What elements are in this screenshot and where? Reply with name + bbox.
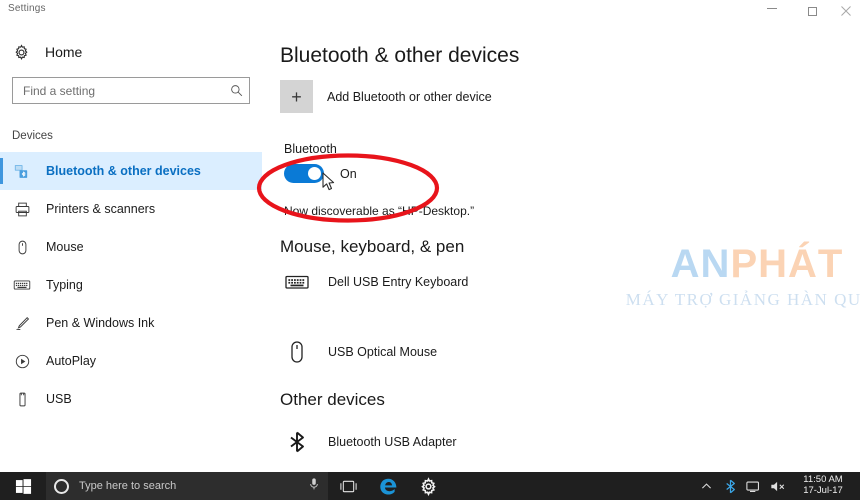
sidebar-item-bluetooth-other-devices[interactable]: Bluetooth & other devices [0, 152, 262, 190]
window-body: Home Devices [0, 22, 860, 472]
show-hidden-icons-button[interactable] [694, 472, 718, 500]
start-button[interactable] [0, 472, 46, 500]
autoplay-icon [12, 351, 32, 371]
sidebar-item-usb[interactable]: USB [0, 380, 262, 418]
sidebar-item-label: Mouse [46, 240, 84, 254]
search-input[interactable] [13, 83, 223, 98]
bluetooth-devices-icon [12, 161, 32, 181]
add-device-label: Add Bluetooth or other device [327, 89, 492, 104]
sidebar-item-typing[interactable]: Typing [0, 266, 262, 304]
sidebar-item-autoplay[interactable]: AutoPlay [0, 342, 262, 380]
clock-date: 17-Jul-17 [803, 485, 843, 496]
device-name: Bluetooth USB Adapter [328, 435, 457, 449]
search-icon [223, 84, 249, 97]
window-controls [752, 0, 860, 22]
chevron-up-icon [701, 482, 711, 489]
watermark-title: ANPHÁT [592, 244, 860, 284]
device-row-keyboard[interactable]: Dell USB Entry Keyboard [282, 267, 468, 297]
gear-icon [15, 43, 28, 60]
tray-bluetooth-button[interactable] [718, 472, 742, 500]
device-name: Dell USB Entry Keyboard [328, 275, 469, 289]
close-icon [841, 6, 851, 16]
watermark: ANPHÁT MÁY TRỢ GIẢNG HÀN QUỐC [592, 244, 860, 310]
sidebar-section-label: Devices [12, 130, 53, 142]
network-icon [746, 481, 759, 492]
maximize-button[interactable] [792, 0, 832, 22]
volume-muted-icon [771, 481, 785, 491]
device-row-mouse[interactable]: USB Optical Mouse [282, 337, 437, 367]
device-name: USB Optical Mouse [328, 345, 438, 359]
watermark-subtitle: MÁY TRỢ GIẢNG HÀN QUỐC [625, 290, 860, 309]
cortana-circle-icon [54, 478, 69, 494]
edge-button[interactable] [368, 472, 408, 500]
sidebar-item-pen-windows-ink[interactable]: Pen & Windows Ink [0, 304, 262, 342]
clock[interactable]: 11:50 AM 17-Jul-17 [790, 472, 856, 500]
taskbar-search-placeholder: Type here to search [79, 480, 177, 492]
sidebar-item-mouse[interactable]: Mouse [0, 228, 262, 266]
pen-icon [12, 313, 32, 333]
sidebar-item-label: Typing [46, 278, 83, 292]
discoverable-text: Now discoverable as “HP-Desktop.” [284, 204, 475, 218]
mouse-icon [282, 337, 312, 367]
bluetooth-icon [725, 479, 735, 493]
tray-volume-button[interactable] [766, 472, 790, 500]
mouse-icon [12, 237, 32, 257]
bluetooth-icon [282, 427, 312, 457]
toggle-knob [308, 167, 321, 180]
windows-logo-icon [15, 478, 31, 494]
section-heading-other-devices: Other devices [280, 390, 385, 409]
title-bar: Settings [0, 0, 860, 22]
mouse-cursor-icon [322, 172, 335, 191]
sidebar-item-label: AutoPlay [46, 354, 97, 368]
search-box[interactable] [12, 77, 250, 104]
keyboard-icon [12, 275, 32, 295]
microphone-icon[interactable] [308, 477, 320, 496]
page-title: Bluetooth & other devices [280, 44, 520, 67]
window-title: Settings [8, 3, 46, 14]
device-row-bluetooth-adapter[interactable]: Bluetooth USB Adapter [282, 427, 457, 457]
sidebar-item-label: Printers & scanners [46, 202, 156, 216]
usb-icon [12, 389, 32, 409]
watermark-title-primary: AN [670, 242, 731, 286]
printer-icon [12, 199, 32, 219]
tray-network-button[interactable] [742, 472, 766, 500]
system-tray: 11:50 AM 17-Jul-17 [694, 472, 860, 500]
task-view-icon [339, 480, 357, 492]
watermark-title-secondary: PHÁT [730, 242, 844, 286]
sidebar-home-label: Home [45, 44, 83, 60]
section-heading-mouse-keyboard-pen: Mouse, keyboard, & pen [280, 237, 465, 256]
main-content: ANPHÁT MÁY TRỢ GIẢNG HÀN QUỐC Bluetooth … [262, 22, 860, 472]
keyboard-icon [282, 267, 312, 297]
taskbar-search-box[interactable]: Type here to search [46, 472, 328, 500]
bluetooth-toggle-state: On [340, 166, 357, 181]
bluetooth-toggle-row: On [284, 164, 357, 191]
bluetooth-label: Bluetooth [284, 142, 337, 156]
task-view-button[interactable] [328, 472, 368, 500]
sidebar-item-printers-scanners[interactable]: Printers & scanners [0, 190, 262, 228]
sidebar-item-home[interactable]: Home [12, 38, 82, 66]
taskbar: Type here to search 11:50 AM 17-Jul-17 [0, 472, 860, 500]
sidebar: Home Devices [0, 22, 262, 472]
gear-icon [420, 476, 436, 496]
sidebar-item-label: Bluetooth & other devices [46, 164, 201, 178]
add-device-button[interactable]: + Add Bluetooth or other device [280, 80, 492, 113]
sidebar-item-label: USB [46, 392, 72, 406]
taskbar-settings-button[interactable] [408, 472, 448, 500]
minimize-button[interactable] [752, 0, 792, 19]
edge-icon [379, 478, 396, 495]
close-button[interactable] [832, 0, 860, 22]
bluetooth-toggle[interactable] [284, 164, 335, 191]
sidebar-item-label: Pen & Windows Ink [46, 316, 155, 330]
settings-window: Settings Home Find a setting Devices Blu… [0, 0, 860, 500]
sidebar-nav-list: Bluetooth & other devices Printers & sca… [0, 152, 262, 418]
plus-icon: + [280, 80, 313, 113]
